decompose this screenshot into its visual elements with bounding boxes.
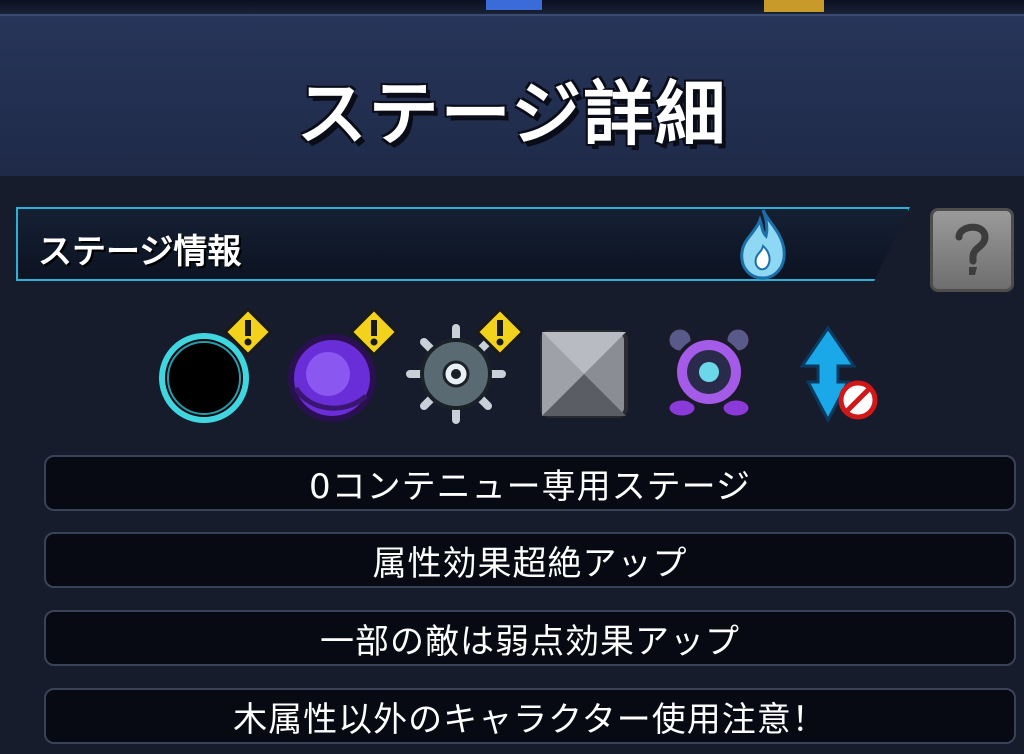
- info-row-4: 木属性以外のキャラクター使用注意！: [44, 688, 1016, 744]
- block-icon: [538, 328, 630, 424]
- warning-icon: [349, 307, 399, 360]
- shield-generator-icon: [662, 324, 756, 424]
- info-row-3: 一部の敵は弱点効果アップ: [44, 610, 1016, 666]
- top-status-strip: [0, 0, 1024, 14]
- wood-flame-icon: [732, 206, 794, 284]
- warning-icon: [475, 307, 525, 360]
- help-button[interactable]: [930, 208, 1014, 292]
- exp-bar: [486, 0, 542, 10]
- info-row-2: 属性効果超絶アップ: [44, 532, 1016, 588]
- panel-title: ステージ詳細: [296, 73, 728, 155]
- speed-down-prohibited-icon: [796, 325, 880, 428]
- warning-icon: [223, 307, 273, 360]
- question-mark-icon: [955, 223, 989, 275]
- currency-bar: [764, 0, 824, 12]
- info-row-1: 0コンテニュー専用ステージ: [44, 455, 1016, 511]
- stage-info-label: ステージ情報: [38, 232, 242, 272]
